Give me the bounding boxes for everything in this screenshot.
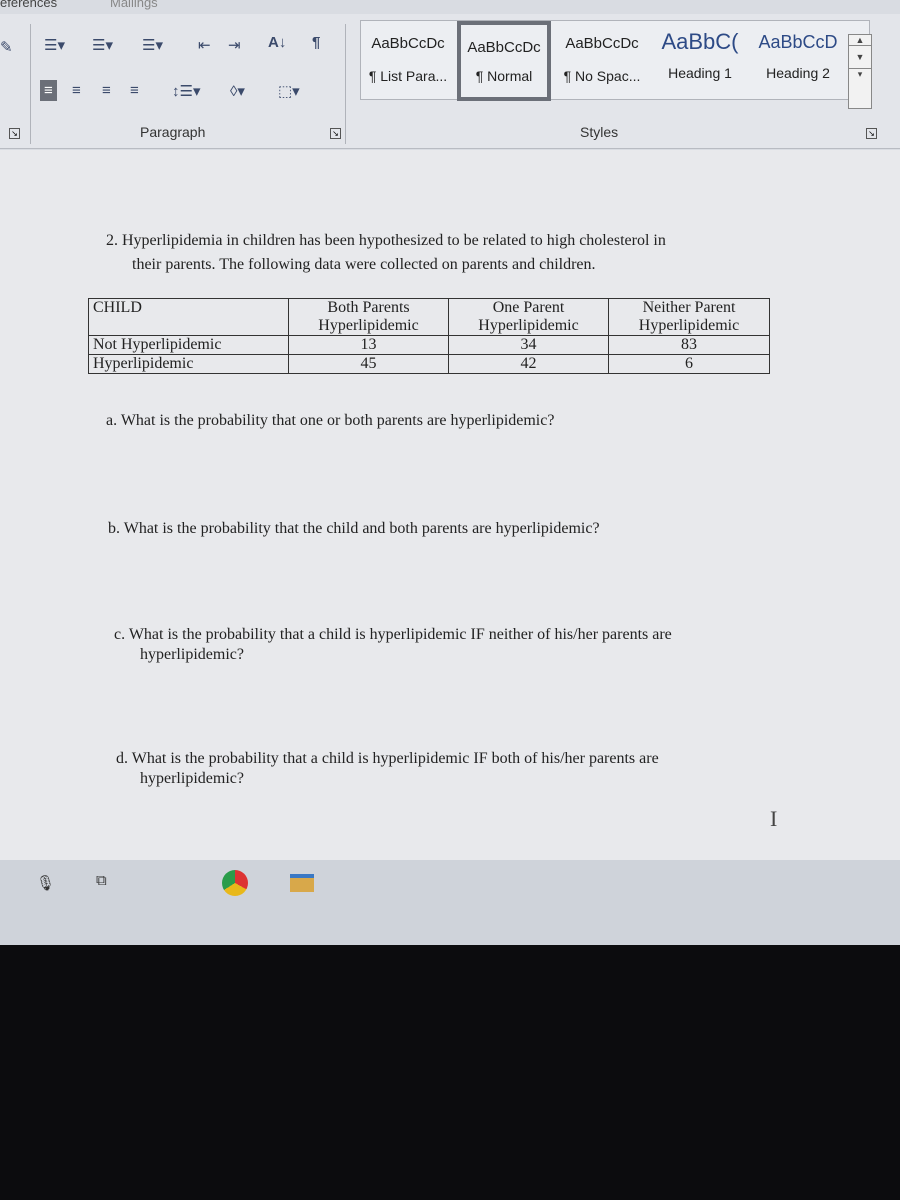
styles-dialog-launcher-icon[interactable]: ↘ [866,128,877,139]
header-cell: Neither Parent Hyperlipidemic [608,298,770,336]
row-label: Hyperlipidemic [88,354,289,374]
header-text: Neither Parent [642,299,736,316]
style-preview: AaBbC( [661,29,739,54]
style-no-spacing[interactable]: AaBbCcDc ¶ No Spac... [555,21,649,101]
question-d-line-2: hyperlipidemic? [140,770,244,787]
sort-icon[interactable]: A↓ [268,34,286,51]
style-name: ¶ Normal [475,68,533,84]
table-header-row: CHILD Both Parents Hyperlipidemic One Par… [88,298,770,336]
header-text: One Parent [492,299,565,316]
style-name: Heading 2 [766,65,830,81]
question-c-line-1: c. What is the probability that a child … [114,626,672,643]
styles-gallery: AaBbCcDc ¶ List Para... AaBbCcDc ¶ Normal … [360,20,870,101]
styles-scrollbar[interactable]: ▲ ▼ ▾ [848,34,872,109]
tab-mailings[interactable]: Mailings [110,0,158,10]
intro-line-2: their parents. The following data were c… [132,256,596,273]
decrease-indent-icon[interactable]: ⇤ [198,36,211,54]
table-row: Not Hyperlipidemic 13 34 83 [88,335,770,355]
numbering-icon[interactable]: ☰▾ [92,36,113,54]
style-name: ¶ List Para... [368,68,448,84]
multilevel-list-icon[interactable]: ☰▾ [142,36,163,54]
align-left-icon[interactable]: ≡ [40,80,57,101]
style-preview: AaBbCcDc [371,35,445,52]
style-heading-2[interactable]: AaBbCcD Heading 2 [751,21,845,101]
task-view-icon[interactable]: ⧉ [96,872,107,889]
ribbon-tabs: eferences Mailings [0,0,900,14]
intro-line-1: 2. Hyperlipidemia in children has been h… [106,232,666,249]
style-normal[interactable]: AaBbCcDc ¶ Normal [457,21,551,101]
taskbar: 🎙 ⧉ [0,860,900,945]
align-right-icon[interactable]: ≡ [102,82,111,99]
header-cell: Both Parents Hyperlipidemic [288,298,449,336]
question-a: a. What is the probability that one or b… [106,412,555,429]
question-c-line-2: hyperlipidemic? [140,646,244,663]
ribbon: ✎ ☰▾ ☰▾ ☰▾ ⇤ ⇥ A↓ ¶ ≡ ≡ ≡ ≡ ↕☰▾ ◊▾ ⬚▾ Pa… [0,14,900,149]
table-cell: 34 [448,335,609,355]
table-row: Hyperlipidemic 45 42 6 [88,354,770,374]
format-painter-icon[interactable]: ✎ [0,38,13,56]
file-explorer-icon[interactable] [290,874,314,892]
text-cursor-icon: I [770,806,778,831]
scroll-down-icon[interactable]: ▼ [849,45,871,69]
question-d-line-1: d. What is the probability that a child … [116,750,659,767]
align-center-icon[interactable]: ≡ [72,82,81,99]
increase-indent-icon[interactable]: ⇥ [228,36,241,54]
styles-group-label: Styles [580,124,619,140]
font-dialog-launcher-icon[interactable]: ↘ [9,128,20,139]
style-preview: AaBbCcDc [467,39,541,56]
style-name: ¶ No Spac... [563,68,641,84]
chrome-icon[interactable] [222,870,248,896]
header-cell: One Parent Hyperlipidemic [448,298,609,336]
table-cell: 83 [608,335,770,355]
bullets-icon[interactable]: ☰▾ [44,36,65,54]
show-marks-icon[interactable]: ¶ [312,34,320,51]
style-name: Heading 1 [668,65,732,81]
row-label: Not Hyperlipidemic [88,335,289,355]
screen: eferences Mailings ✎ ☰▾ ☰▾ ☰▾ ⇤ ⇥ A↓ ¶ ≡… [0,0,900,945]
header-text: Hyperlipidemic [478,317,579,334]
microphone-icon[interactable]: 🎙 [36,874,55,892]
tab-references[interactable]: eferences [0,0,57,10]
more-styles-icon[interactable]: ▾ [849,69,871,80]
justify-icon[interactable]: ≡ [130,82,139,99]
header-cell: CHILD [88,298,289,336]
table-cell: 42 [448,354,609,374]
style-list-paragraph[interactable]: AaBbCcDc ¶ List Para... [361,21,455,101]
scroll-up-icon[interactable]: ▲ [849,35,871,45]
shading-icon[interactable]: ◊▾ [230,82,245,100]
table-cell: 45 [288,354,449,374]
style-heading-1[interactable]: AaBbC( Heading 1 [653,21,747,101]
data-table: CHILD Both Parents Hyperlipidemic One Par… [88,298,770,374]
style-preview: AaBbCcD [758,32,838,52]
paragraph-group-label: Paragraph [140,124,206,140]
table-cell: 6 [608,354,770,374]
header-text: Both Parents [327,299,410,316]
style-preview: AaBbCcDc [565,35,639,52]
line-spacing-icon[interactable]: ↕☰▾ [172,82,200,100]
borders-icon[interactable]: ⬚▾ [278,82,300,100]
question-b: b. What is the probability that the chil… [108,520,600,537]
table-cell: 13 [288,335,449,355]
header-text: Hyperlipidemic [318,317,419,334]
header-text: Hyperlipidemic [638,317,740,334]
header-text: CHILD [93,299,142,316]
paragraph-dialog-launcher-icon[interactable]: ↘ [330,128,341,139]
